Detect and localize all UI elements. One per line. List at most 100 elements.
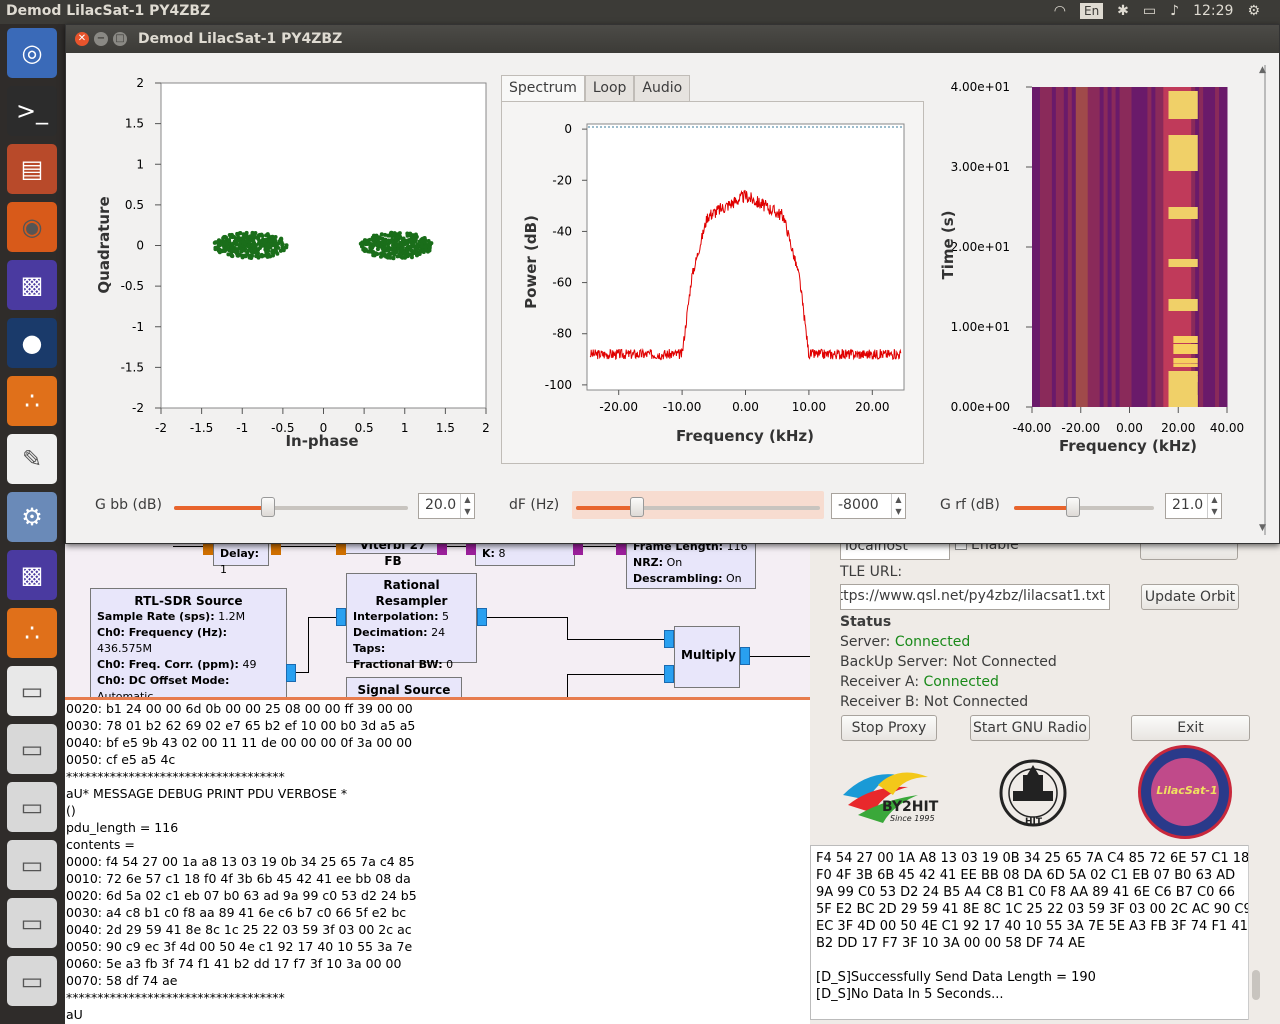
- demod-titlebar[interactable]: ✕ − □ Demod LilacSat-1 PY4ZBZ: [66, 25, 1279, 53]
- ubuntu-dash-icon[interactable]: ◎: [7, 28, 57, 78]
- spin-arrows-icon[interactable]: ▲ ▼: [891, 494, 905, 518]
- iq-point: [223, 246, 228, 251]
- rtl-param-row: Sample Rate (sps): 1.2M: [97, 609, 280, 625]
- iq-point: [256, 233, 261, 238]
- wifi-icon[interactable]: ◠: [1054, 3, 1066, 19]
- backup-value: Not Connected: [952, 654, 1057, 670]
- gnuradio-icon[interactable]: ▩: [7, 260, 57, 310]
- spin-arrows-icon[interactable]: ▲ ▼: [460, 494, 474, 518]
- delay-in-port[interactable]: [203, 543, 213, 555]
- volume-icon[interactable]: ♪: [1170, 3, 1179, 19]
- demod-scrollbar[interactable]: ▲ ▼: [1259, 65, 1271, 535]
- waterfall-burst: [1173, 363, 1198, 367]
- log-scrollbar[interactable]: [1248, 845, 1262, 1020]
- bluetooth-icon[interactable]: ✱: [1117, 3, 1129, 19]
- start-gnu-radio-button[interactable]: Start GNU Radio: [970, 715, 1090, 741]
- grf-slider-thumb[interactable]: [1065, 497, 1080, 517]
- frame-in-port[interactable]: [616, 543, 626, 555]
- update-orbit-button[interactable]: Update Orbit: [1141, 584, 1239, 610]
- iq-point: [264, 233, 269, 238]
- tab-loop[interactable]: Loop: [584, 75, 635, 102]
- scroll-up-icon[interactable]: ▲: [1259, 65, 1266, 75]
- multiply-out-port[interactable]: [740, 647, 750, 665]
- viterbi-out-port[interactable]: [437, 543, 447, 555]
- iq-point: [233, 237, 238, 242]
- rtl-param-key: Ch0: Freq. Corr. (ppm):: [97, 658, 239, 671]
- iq-point: [367, 249, 372, 254]
- iq-point: [409, 255, 414, 260]
- waterfall-column: [1135, 87, 1140, 407]
- iq-point: [220, 248, 225, 253]
- firefox-icon[interactable]: ◉: [7, 202, 57, 252]
- gqrx-2-icon[interactable]: ∴: [7, 608, 57, 658]
- keyboard-layout-indicator[interactable]: En: [1079, 3, 1104, 19]
- console-line: aU* MESSAGE DEBUG PRINT PDU VERBOSE *: [66, 786, 348, 801]
- spin-arrows-icon[interactable]: ▲ ▼: [1207, 494, 1221, 518]
- drive-2-icon[interactable]: ▭: [7, 724, 57, 774]
- iq-constellation-plot: 21.510.50-0.5-1-1.5-2 -2 -1.5 -1 -0.5 0 0.5 1 1…: [95, 76, 490, 450]
- grc-console-output[interactable]: 0020: b1 24 00 00 6d 0b 00 00 25 08 00 0…: [65, 700, 810, 1024]
- waterfall-column: [1223, 87, 1228, 407]
- iq-point: [246, 248, 251, 253]
- resampler-out-port[interactable]: [477, 608, 487, 626]
- scroll-down-icon[interactable]: ▼: [1259, 523, 1266, 533]
- drive-6-icon[interactable]: ▭: [7, 956, 57, 1006]
- iq-point: [251, 238, 256, 243]
- iq-point: [393, 236, 398, 241]
- gbb-label: G bb (dB): [95, 497, 162, 513]
- rational-resampler-block[interactable]: Rational Resampler Interpolation: 5 Decim…: [346, 573, 477, 671]
- k-in-port[interactable]: [466, 543, 476, 555]
- gbb-spinbox[interactable]: 20.0 ▲ ▼: [418, 493, 475, 519]
- battery-icon[interactable]: ▭: [1143, 3, 1156, 19]
- grf-label: G rf (dB): [940, 497, 1000, 513]
- exit-button[interactable]: Exit: [1131, 715, 1250, 741]
- demod-window: ✕ − □ Demod LilacSat-1 PY4ZBZ 2 1.5 1 0.5 0 -…: [65, 24, 1280, 544]
- log-line: [D_S]No Data In 5 Seconds...: [816, 987, 1004, 1002]
- rtl-sdr-source-block[interactable]: RTL-SDR Source Sample Rate (sps): 1.2M Ch…: [90, 588, 287, 698]
- waterfall-xtick-label: 20.00: [1161, 421, 1195, 435]
- gnuradio-active-icon[interactable]: ▩: [7, 550, 57, 600]
- console-line: 0030: a4 c8 b1 c0 f8 aa 89 41 6e c6 b7 c…: [66, 905, 407, 920]
- power-gear-icon[interactable]: ⚙: [1247, 3, 1260, 19]
- tle-url-value: https://www.qsl.net/py4zbz/lilacsat1.txt: [840, 588, 1105, 604]
- multiply-in1-port[interactable]: [664, 665, 674, 683]
- signal-source-block[interactable]: Signal Source: [346, 677, 462, 698]
- grf-spinbox[interactable]: 21.0 ▲ ▼: [1165, 493, 1222, 519]
- stop-proxy-button[interactable]: Stop Proxy: [841, 715, 937, 741]
- tab-spectrum[interactable]: Spectrum: [501, 75, 585, 102]
- waterfall-column: [1055, 87, 1061, 407]
- proxy-log-textarea[interactable]: F4 54 27 00 1A A8 13 03 19 0B 34 25 65 7…: [810, 845, 1260, 1020]
- iq-point: [270, 234, 275, 239]
- delay-out-port[interactable]: [271, 543, 281, 555]
- k-out-port[interactable]: [573, 543, 583, 555]
- clock[interactable]: 12:29: [1193, 3, 1233, 19]
- df-spinbox[interactable]: -8000 ▲ ▼: [831, 493, 906, 519]
- multiply-block[interactable]: Multiply: [674, 626, 740, 688]
- grc-flowgraph-canvas[interactable]: Delay: 1 Viterbi 27 FB K: 8 Frame Length…: [65, 540, 810, 698]
- maximize-icon[interactable]: □: [113, 32, 127, 46]
- close-icon[interactable]: ✕: [75, 32, 89, 46]
- drive-5-icon[interactable]: ▭: [7, 898, 57, 948]
- df-slider-thumb[interactable]: [630, 497, 644, 517]
- tab-audio[interactable]: Audio: [634, 75, 691, 102]
- viterbi-in-port[interactable]: [336, 543, 346, 555]
- files-icon[interactable]: ▤: [7, 144, 57, 194]
- settings-icon[interactable]: ⚙: [7, 492, 57, 542]
- log-line: [D_S]Successfully Send Data Length = 190: [816, 970, 1096, 985]
- globe-icon[interactable]: ●: [7, 318, 57, 368]
- tle-url-input[interactable]: https://www.qsl.net/py4zbz/lilacsat1.txt: [840, 584, 1110, 610]
- drive-4-icon[interactable]: ▭: [7, 840, 57, 890]
- log-scrollbar-thumb[interactable]: [1252, 970, 1260, 1000]
- drive-icon[interactable]: ▭: [7, 666, 57, 716]
- multiply-in0-port[interactable]: [664, 630, 674, 648]
- text-editor-icon[interactable]: ✎: [7, 434, 57, 484]
- minimize-icon[interactable]: −: [94, 32, 108, 46]
- gqrx-icon[interactable]: ∴: [7, 376, 57, 426]
- scrollbar-track[interactable]: [1264, 65, 1266, 535]
- terminal-icon[interactable]: >_: [7, 86, 57, 136]
- frame-block[interactable]: Frame Length: 116 NRZ: On Descrambling: …: [626, 540, 756, 589]
- rtl-sdr-out-port[interactable]: [286, 664, 296, 682]
- resampler-in-port[interactable]: [336, 608, 346, 626]
- drive-3-icon[interactable]: ▭: [7, 782, 57, 832]
- gbb-slider-thumb[interactable]: [260, 497, 275, 517]
